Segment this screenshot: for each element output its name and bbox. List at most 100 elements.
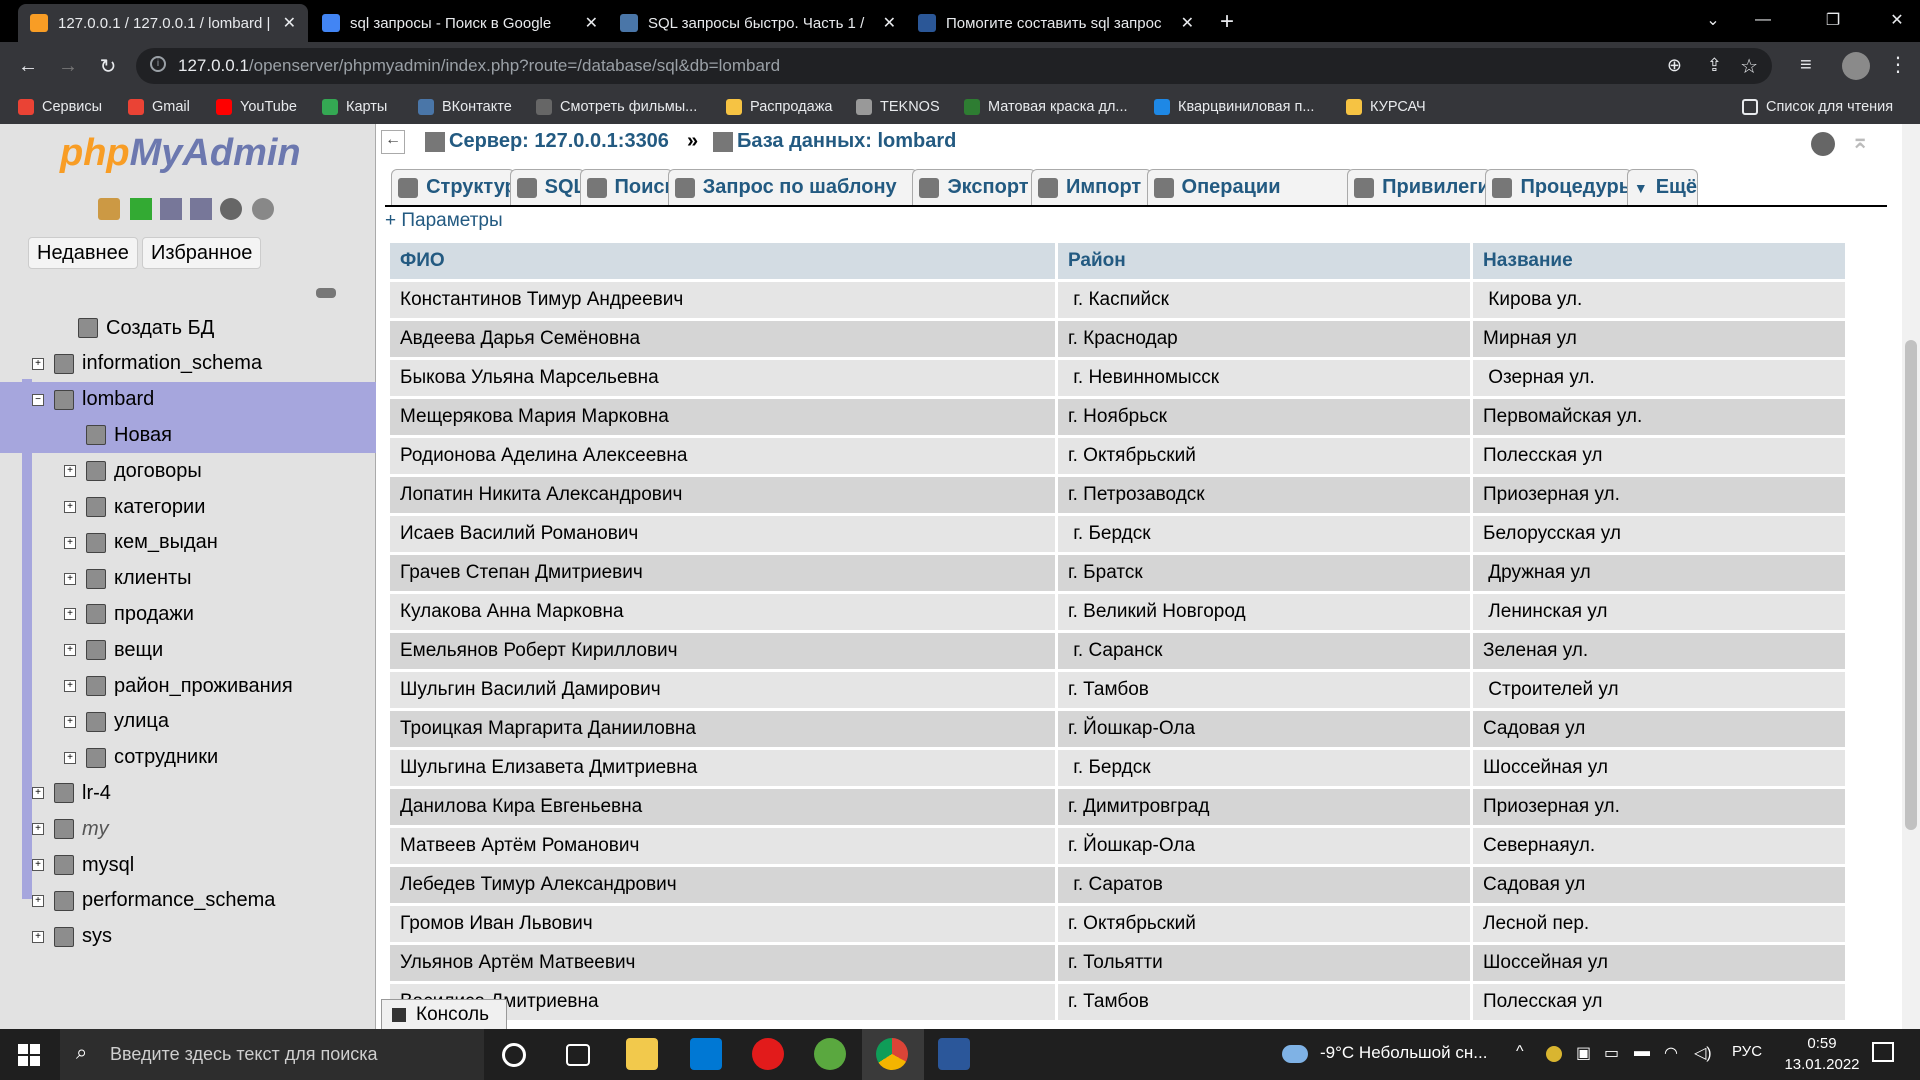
expand-icon[interactable]: + xyxy=(32,823,44,836)
table-row[interactable]: Лебедев Тимур Александрович г. Саратов Са… xyxy=(390,867,1845,903)
table-row[interactable]: Авдеева Дарья Семёновна г. Краснодар Мирна… xyxy=(390,321,1845,357)
browser-tab-3[interactable]: SQL запросы быстро. Часть 1 / ✕ xyxy=(608,4,908,42)
tray-monitor-icon[interactable]: ▭ xyxy=(1604,1043,1619,1063)
tab-search-icon[interactable]: ⌄ xyxy=(1690,0,1736,40)
table-row[interactable]: Василиса Дмитриевнаг. ТамбовПолесская ул xyxy=(390,984,1845,1020)
table-row[interactable]: Кулакова Анна Марковна г. Великий Новгоро… xyxy=(390,594,1845,630)
tray-app-icon[interactable] xyxy=(1546,1046,1562,1062)
bookmark-9[interactable]: Матовая краска дл... xyxy=(964,96,1128,118)
weather-text[interactable]: -9°C Небольшой сн... xyxy=(1320,1043,1487,1063)
table-row[interactable]: Быкова Ульяна Марсельевна г. Невинномысс… xyxy=(390,360,1845,396)
browser-tab-1[interactable]: 127.0.0.1 / 127.0.0.1 / lombard | p ✕ xyxy=(18,4,308,42)
nav-tree-item[interactable]: Новая xyxy=(0,417,376,454)
explorer-icon[interactable] xyxy=(626,1038,658,1070)
nav-tree-item[interactable]: + кем_выдан xyxy=(0,525,376,561)
address-bar[interactable]: i 127.0.0.1/openserver/phpmyadmin/index.… xyxy=(136,48,1772,84)
cortana-icon[interactable] xyxy=(502,1043,526,1067)
column-header[interactable]: Название xyxy=(1473,243,1845,279)
zoom-icon[interactable]: ⊕ xyxy=(1667,55,1682,76)
menu-tab-6[interactable]: Импорт xyxy=(1031,169,1152,205)
params-link[interactable]: + Параметры xyxy=(385,210,503,232)
table-row[interactable]: Шульгин Василий Дамирович г. Тамбов Строи… xyxy=(390,672,1845,708)
nav-tree-item[interactable]: Создать БД xyxy=(0,310,376,346)
table-row[interactable]: Матвеев Артём Романович г. Йошкар-Ола Севе… xyxy=(390,828,1845,864)
table-row[interactable]: Данилова Кира Евгеньевна г. Димитровград П… xyxy=(390,789,1845,825)
menu-tab-9[interactable]: Процедуры xyxy=(1485,169,1636,205)
nav-tree-item[interactable]: + information_schema xyxy=(0,346,376,382)
store-icon[interactable] xyxy=(690,1038,722,1070)
table-row[interactable]: Мещерякова Мария Марковна г. Ноябрьск Перв… xyxy=(390,399,1845,435)
bookmark-1[interactable]: Сервисы xyxy=(18,96,102,118)
restore-icon[interactable]: ❐ xyxy=(1810,0,1856,40)
table-row[interactable]: Лопатин Никита Александрович г. Петрозаво… xyxy=(390,477,1845,513)
bookmark-4[interactable]: Карты xyxy=(322,96,387,118)
back-icon[interactable]: ← xyxy=(14,52,42,80)
menu-tab-7[interactable]: Операции xyxy=(1146,169,1355,205)
docs-icon[interactable] xyxy=(190,198,212,220)
nav-tree-item[interactable]: − lombard xyxy=(0,381,376,418)
table-row[interactable]: Троицкая Маргарита Данииловна г. Йошкар-О… xyxy=(390,711,1845,747)
bookmark-10[interactable]: Кварцвиниловая п... xyxy=(1154,96,1314,118)
close-tab-icon[interactable]: ✕ xyxy=(1181,13,1194,33)
lang-indicator[interactable]: РУС xyxy=(1732,1043,1762,1060)
task-view-icon[interactable] xyxy=(566,1044,590,1066)
menu-tab-3[interactable]: Поиск xyxy=(579,169,675,205)
column-header[interactable]: Район xyxy=(1058,243,1470,279)
reload-nav-icon[interactable] xyxy=(252,198,274,220)
collapse-icon[interactable]: − xyxy=(32,393,44,406)
table-row[interactable]: Родионова Аделина Алексеевна г. Октябрьск… xyxy=(390,438,1845,474)
expand-icon[interactable]: + xyxy=(64,715,76,728)
nav-tree-item[interactable]: + mysql xyxy=(0,847,376,883)
logout-icon[interactable] xyxy=(130,198,152,220)
favorites-button[interactable]: Избранное xyxy=(142,237,262,269)
volume-icon[interactable]: ◁) xyxy=(1694,1043,1712,1063)
close-tab-icon[interactable]: ✕ xyxy=(283,13,296,33)
table-row[interactable]: Константинов Тимур Андреевич г. Каспийск… xyxy=(390,282,1845,318)
close-tab-icon[interactable]: ✕ xyxy=(883,13,896,33)
bookmark-8[interactable]: TEKNOS xyxy=(856,96,940,118)
utorrent-icon[interactable] xyxy=(814,1038,846,1070)
expand-icon[interactable]: + xyxy=(64,501,76,513)
clock-date[interactable]: 13.01.2022 xyxy=(1778,1056,1866,1073)
recent-button[interactable]: Недавнее xyxy=(28,237,138,269)
menu-tab-10[interactable]: ▼ Ещё xyxy=(1626,169,1698,205)
table-row[interactable]: Емельянов Роберт Кириллович г. Саранск Зе… xyxy=(390,633,1845,669)
table-row[interactable]: Грачев Степан Дмитриевич г. Братск Дружна… xyxy=(390,555,1845,591)
home-icon[interactable] xyxy=(98,198,120,220)
table-row[interactable]: Громов Иван Львович г. Октябрьский Лесной … xyxy=(390,906,1845,942)
bookmark-2[interactable]: Gmail xyxy=(128,96,190,118)
menu-tab-5[interactable]: Экспорт xyxy=(912,169,1037,205)
nav-tree-item[interactable]: + район_проживания xyxy=(0,668,376,704)
word-icon[interactable] xyxy=(938,1038,970,1070)
battery-icon[interactable]: ▬ xyxy=(1634,1043,1650,1061)
query-window-icon[interactable] xyxy=(160,198,182,220)
expand-icon[interactable]: + xyxy=(32,357,44,370)
expand-icon[interactable]: + xyxy=(64,644,76,657)
bookmark-11[interactable]: КУРСАЧ xyxy=(1346,96,1426,118)
console-toggle[interactable]: Консоль xyxy=(381,999,507,1031)
pma-logo[interactable]: phpMyAdmin xyxy=(60,132,301,175)
close-tab-icon[interactable]: ✕ xyxy=(585,13,598,33)
bookmark-6[interactable]: Смотреть фильмы... xyxy=(536,96,697,118)
table-row[interactable]: Ульянов Артём Матвеевич г. Тольятти Шоссей… xyxy=(390,945,1845,981)
expand-icon[interactable]: + xyxy=(32,930,44,943)
star-icon[interactable]: ☆ xyxy=(1740,54,1758,79)
settings-icon[interactable] xyxy=(1811,132,1835,156)
menu-tab-4[interactable]: Запрос по шаблону xyxy=(667,169,918,205)
reload-icon[interactable]: ↻ xyxy=(94,52,122,80)
info-icon[interactable]: i xyxy=(150,56,166,72)
breadcrumb-db[interactable]: База данных: lombard xyxy=(737,130,956,153)
bookmark-5[interactable]: ВКонтакте xyxy=(418,96,512,118)
nav-tree-item[interactable]: + lr-4 xyxy=(0,775,376,811)
expand-icon[interactable]: + xyxy=(64,536,76,549)
nav-tree-item[interactable]: + клиенты xyxy=(0,561,376,597)
clock-time[interactable]: 0:59 xyxy=(1792,1035,1852,1052)
bookmark-7[interactable]: Распродажа xyxy=(726,96,832,118)
collapse-top-icon[interactable]: ⌅ xyxy=(1851,128,1869,154)
share-icon[interactable]: ⇪ xyxy=(1707,55,1722,76)
minimize-icon[interactable]: — xyxy=(1740,0,1786,40)
wifi-icon[interactable]: ◠ xyxy=(1664,1043,1678,1063)
reading-list-icon[interactable]: ≡ xyxy=(1800,54,1812,77)
nav-tree-item[interactable]: + категории xyxy=(0,489,376,525)
column-header[interactable]: ФИО xyxy=(390,243,1055,279)
